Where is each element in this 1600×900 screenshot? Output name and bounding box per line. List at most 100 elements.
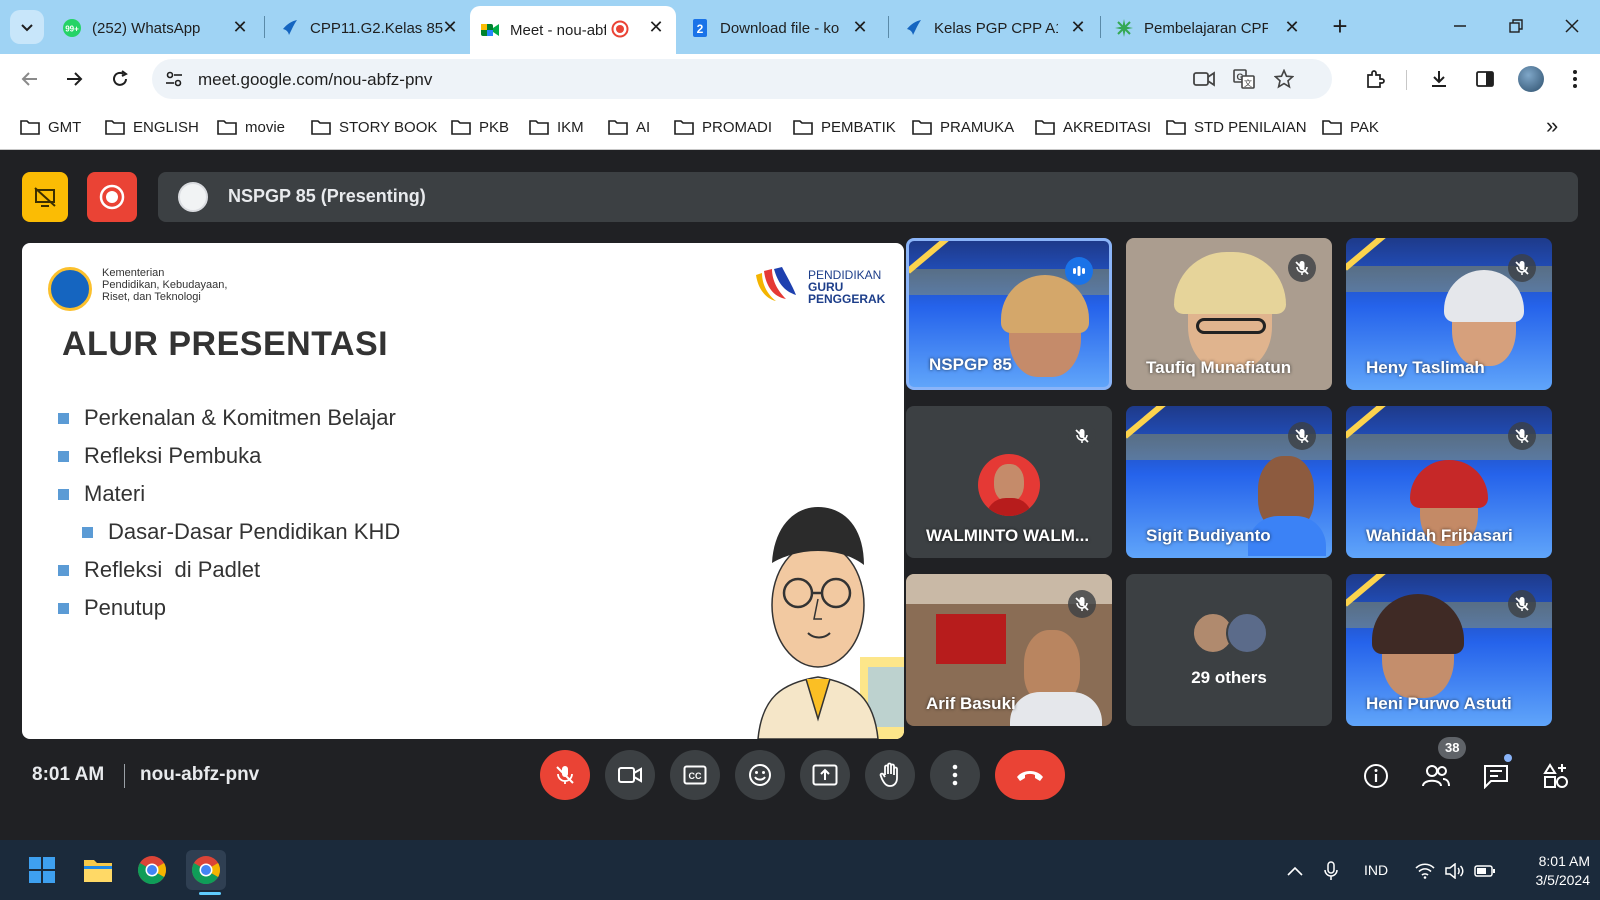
bookmark-star-icon[interactable] — [1272, 67, 1296, 91]
downloads-icon[interactable] — [1426, 66, 1452, 92]
volume-icon[interactable] — [1444, 860, 1466, 882]
mic-toggle-button[interactable] — [540, 750, 590, 800]
show-hidden-icons-button[interactable] — [1284, 860, 1306, 882]
microphone-tray-icon[interactable] — [1320, 860, 1342, 882]
forward-button[interactable] — [58, 63, 90, 95]
close-tab-icon[interactable]: ✕ — [1068, 18, 1088, 38]
wifi-icon[interactable] — [1414, 860, 1436, 882]
windows-icon — [29, 857, 55, 883]
bookmark-folder[interactable]: STD PENILAIAN — [1166, 116, 1307, 138]
bookmark-folder[interactable]: movie — [217, 116, 285, 138]
participant-tile[interactable]: NSPGP 85 — [906, 238, 1112, 390]
participant-name: Heni Purwo Astuti — [1366, 694, 1512, 713]
folder-icon — [105, 120, 125, 135]
profile-avatar[interactable] — [1518, 66, 1544, 92]
participant-tile[interactable]: WALMINTO WALM... — [906, 406, 1112, 558]
close-tab-icon[interactable]: ✕ — [850, 18, 870, 38]
close-tab-icon[interactable]: ✕ — [230, 18, 250, 38]
raise-hand-button[interactable] — [865, 750, 915, 800]
bookmark-folder[interactable]: PROMADI — [674, 116, 772, 138]
record-icon — [99, 184, 125, 210]
bookmark-folder[interactable]: GMT — [20, 116, 81, 138]
reload-icon — [113, 70, 128, 86]
address-bar[interactable]: meet.google.com/nou-abfz-pnv G文 — [152, 59, 1332, 99]
side-panel-icon[interactable] — [1472, 66, 1498, 92]
people-button[interactable] — [1420, 760, 1452, 792]
bookmark-label: STORY BOOK — [339, 118, 438, 136]
activities-button[interactable] — [1540, 760, 1572, 792]
presented-slide: Kementerian Pendidikan, Kebudayaan, Rise… — [22, 243, 904, 739]
participant-tile[interactable]: Arif Basuki — [906, 574, 1112, 726]
close-tab-icon[interactable]: ✕ — [646, 18, 666, 38]
chat-button[interactable] — [1480, 760, 1512, 792]
reload-button[interactable] — [104, 63, 136, 95]
start-button[interactable] — [22, 850, 62, 890]
tab-download[interactable]: 2 Download file - ko ✕ — [680, 6, 880, 50]
tab-kelas-pgp[interactable]: Kelas PGP CPP A11 ✕ — [894, 6, 1098, 50]
close-tab-icon[interactable]: ✕ — [1282, 18, 1302, 38]
camera-in-use-icon[interactable] — [1192, 67, 1216, 91]
tab-title: Meet - nou-abfz-pnv — [510, 21, 606, 39]
folder-icon — [451, 120, 471, 135]
back-button[interactable] — [14, 63, 46, 95]
tab-cpp11[interactable]: CPP11.G2.Kelas 85 ✕ — [270, 6, 470, 50]
participant-tile[interactable]: Heni Purwo Astuti — [1346, 574, 1552, 726]
bookmark-folder[interactable]: PRAMUKA — [912, 116, 1014, 138]
translate-icon[interactable]: G文 — [1232, 67, 1256, 91]
bookmark-folder[interactable]: AI — [608, 116, 650, 138]
menu-kebab-icon[interactable] — [1562, 66, 1588, 92]
stop-presenting-button[interactable] — [22, 172, 68, 222]
doc-2-icon: 2 — [690, 18, 710, 38]
tab-divider — [264, 16, 265, 38]
reactions-button[interactable] — [735, 750, 785, 800]
tab-pembelajaran[interactable]: Pembelajaran CPP ✕ — [1104, 6, 1312, 50]
participant-tile[interactable]: Sigit Budiyanto — [1126, 406, 1332, 558]
file-explorer-button[interactable] — [78, 850, 118, 890]
participant-tile[interactable]: Heny Taslimah — [1346, 238, 1552, 390]
battery-icon[interactable] — [1474, 860, 1496, 882]
leave-call-button[interactable] — [995, 750, 1065, 800]
bird-icon — [280, 18, 300, 38]
camera-toggle-button[interactable] — [605, 750, 655, 800]
system-clock[interactable]: 8:01 AM 3/5/2024 — [1500, 852, 1591, 890]
bullet-icon — [58, 489, 69, 500]
meeting-details-button[interactable] — [1360, 760, 1392, 792]
restore-button[interactable] — [1496, 10, 1536, 42]
bookmark-folder[interactable]: PKB — [451, 116, 509, 138]
recording-button[interactable] — [87, 172, 137, 222]
mic-off-icon — [1508, 254, 1536, 282]
bookmark-folder[interactable]: STORY BOOK — [311, 116, 437, 138]
site-info-icon[interactable] — [162, 67, 186, 91]
brand-text: PENDIDIKAN GURU PENGGERAK — [808, 269, 898, 305]
close-window-button[interactable] — [1552, 10, 1592, 42]
chrome-active-button[interactable] — [186, 850, 226, 890]
ministry-text: Kementerian Pendidikan, Kebudayaan, Rise… — [102, 267, 262, 303]
chrome-button[interactable] — [132, 850, 172, 890]
tab-search-button[interactable] — [10, 10, 44, 44]
mic-off-icon — [1068, 590, 1096, 618]
svg-text:文: 文 — [1244, 78, 1252, 88]
bookmark-folder[interactable]: PEMBATIK — [793, 116, 896, 138]
close-tab-icon[interactable]: ✕ — [440, 18, 460, 38]
bullet-icon — [58, 565, 69, 576]
captions-button[interactable]: CC — [670, 750, 720, 800]
folder-icon — [20, 120, 40, 135]
present-now-button[interactable] — [800, 750, 850, 800]
bullet-icon — [82, 527, 93, 538]
agenda-item: Perkenalan & Komitmen Belajar — [58, 399, 400, 437]
participant-tile[interactable]: Wahidah Fribasari — [1346, 406, 1552, 558]
more-options-button[interactable] — [930, 750, 980, 800]
bookmark-folder[interactable]: AKREDITASI — [1035, 116, 1151, 138]
participant-tile[interactable]: Taufiq Munafiatun — [1126, 238, 1332, 390]
more-bookmarks-icon[interactable]: » — [1546, 115, 1568, 138]
new-tab-button[interactable]: + — [1326, 13, 1354, 41]
bookmark-folder[interactable]: IKM — [529, 116, 584, 138]
others-tile[interactable]: 29 others — [1126, 574, 1332, 726]
bookmark-folder[interactable]: ENGLISH — [105, 116, 199, 138]
minimize-button[interactable] — [1440, 10, 1480, 42]
tab-meet[interactable]: Meet - nou-abfz-pnv ✕ — [470, 6, 676, 54]
language-indicator[interactable]: IND — [1364, 862, 1388, 878]
bookmark-folder[interactable]: PAK — [1322, 116, 1379, 138]
extensions-icon[interactable] — [1362, 66, 1388, 92]
tab-whatsapp[interactable]: 99+ (252) WhatsApp ✕ — [52, 6, 260, 50]
